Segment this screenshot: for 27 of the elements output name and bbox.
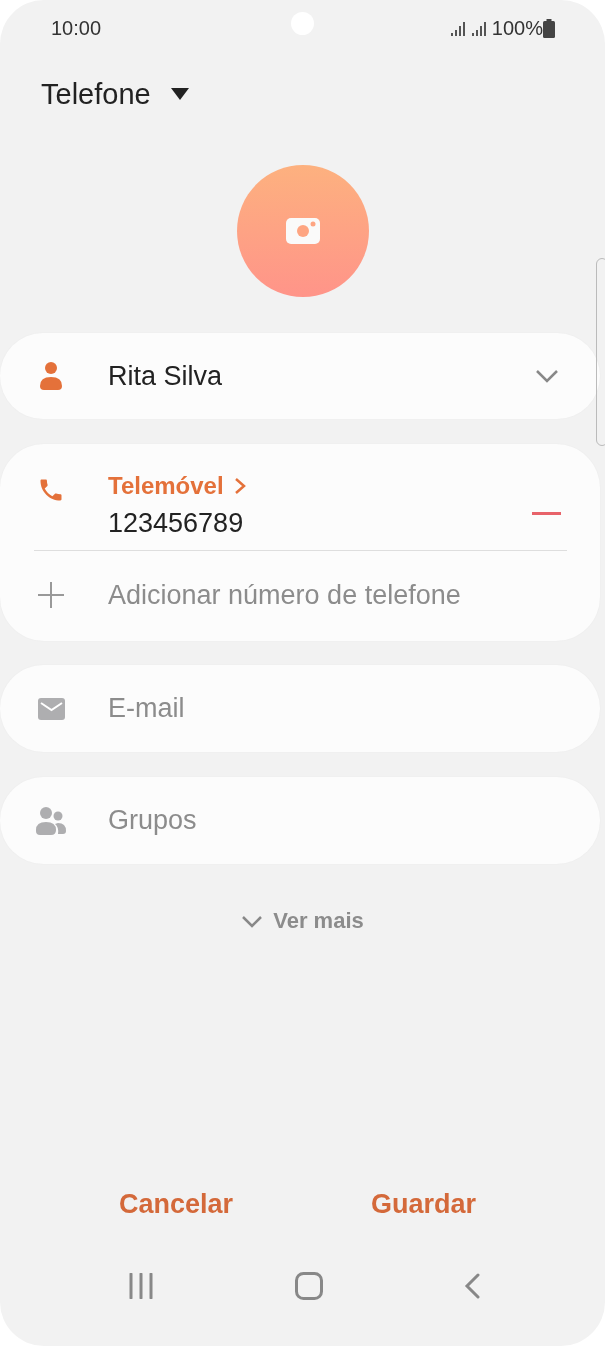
home-icon[interactable] — [295, 1272, 323, 1300]
recent-apps-icon[interactable] — [128, 1273, 155, 1299]
email-field[interactable]: E-mail — [108, 693, 600, 724]
dropdown-arrow-icon[interactable] — [170, 88, 189, 100]
envelope-icon — [37, 697, 65, 720]
name-field[interactable]: Rita Silva — [108, 360, 535, 392]
signal-icon — [450, 20, 467, 36]
phone-number-field[interactable]: 123456789 — [108, 508, 532, 539]
back-icon[interactable] — [463, 1273, 480, 1299]
account-dropdown[interactable]: Telefone — [41, 77, 151, 111]
person-icon — [40, 362, 62, 390]
phone-type-label[interactable]: Telemóvel — [108, 472, 224, 500]
people-icon — [36, 806, 66, 835]
cancel-button[interactable]: Cancelar — [112, 1185, 240, 1224]
chevron-down-icon[interactable] — [535, 369, 559, 383]
battery-icon — [543, 18, 555, 38]
plus-icon[interactable] — [38, 582, 64, 608]
groups-field[interactable]: Grupos — [108, 805, 600, 836]
camera-icon — [285, 218, 320, 244]
chevron-down-icon — [241, 914, 264, 928]
add-phone-field[interactable]: Adicionar número de telefone — [108, 579, 600, 611]
signal-icon — [471, 20, 488, 36]
save-button[interactable]: Guardar — [365, 1185, 483, 1224]
see-more-button[interactable]: Ver mais — [241, 908, 364, 934]
battery-percent: 100% — [491, 16, 543, 40]
clock-time: 10:00 — [51, 16, 102, 40]
chevron-right-icon[interactable] — [233, 477, 246, 495]
